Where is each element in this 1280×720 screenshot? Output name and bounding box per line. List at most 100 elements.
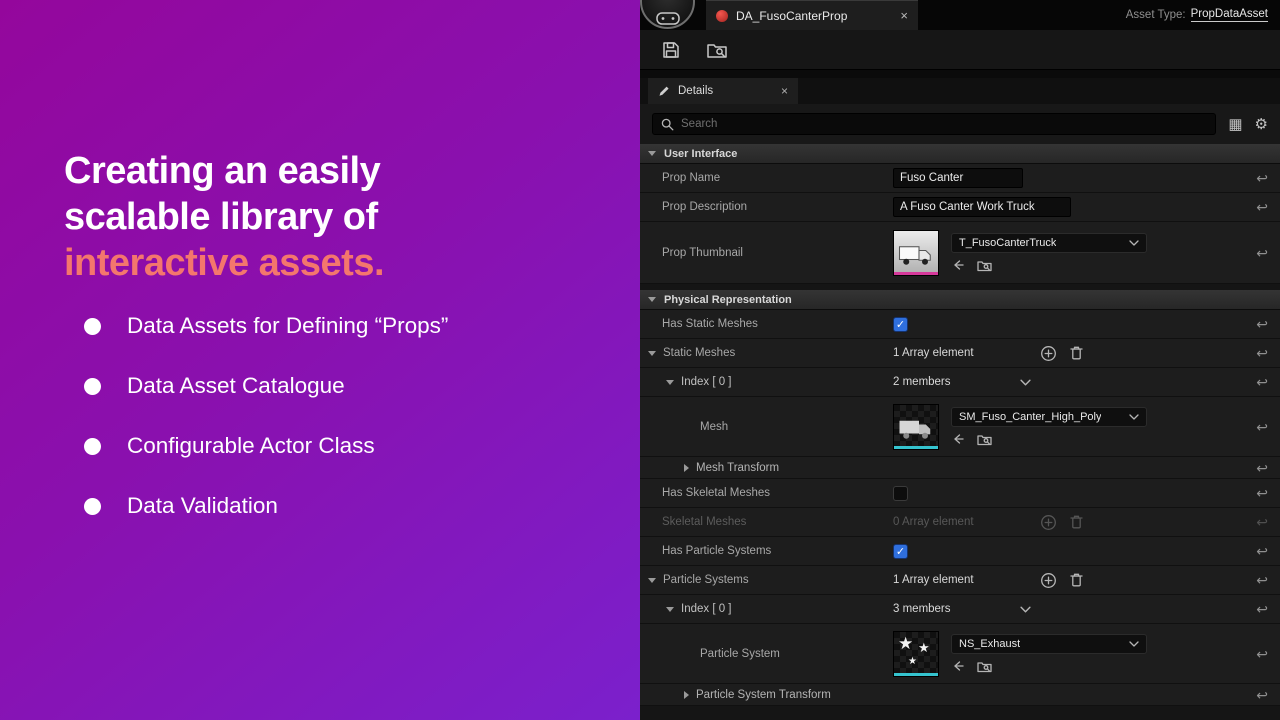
reset-to-default-icon[interactable]: ↩ xyxy=(1256,602,1268,616)
add-element-icon[interactable] xyxy=(1040,572,1057,589)
reset-to-default-icon[interactable]: ↩ xyxy=(1256,346,1268,360)
browse-to-asset-button[interactable] xyxy=(704,37,730,63)
row-prop-description: Prop Description ↩ xyxy=(640,193,1280,222)
search-input[interactable] xyxy=(681,118,1208,130)
prop-thumbnail-image[interactable] xyxy=(893,229,939,276)
row-particle-systems: Particle Systems 1 Array element ↩ xyxy=(640,566,1280,595)
bullet-text: Data Asset Catalogue xyxy=(127,373,345,398)
list-item: Data Validation xyxy=(84,493,448,518)
bullet-dot-icon xyxy=(84,437,101,455)
prop-description-input[interactable] xyxy=(893,197,1071,217)
row-mesh: Mesh SM_Fuso_Canter_High_Poly ↩ xyxy=(640,397,1280,457)
use-selected-asset-icon[interactable] xyxy=(951,432,965,446)
row-particle-systems-index-0: Index [ 0 ] 3 members ↩ xyxy=(640,595,1280,624)
row-static-meshes-index-0: Index [ 0 ] 2 members ↩ xyxy=(640,368,1280,397)
mesh-thumbnail-image[interactable] xyxy=(893,403,939,450)
property-label: Index [ 0 ] xyxy=(640,603,893,615)
close-icon[interactable]: × xyxy=(900,8,908,23)
property-label: Particle System Transform xyxy=(640,689,893,701)
settings-gear-icon[interactable]: ⚙ xyxy=(1255,117,1268,132)
reset-to-default-icon[interactable]: ↩ xyxy=(1256,486,1268,500)
tab-details[interactable]: Details × xyxy=(648,78,798,104)
array-size-text: 1 Array element xyxy=(893,574,974,586)
add-element-icon[interactable] xyxy=(1040,345,1057,362)
prop-name-input[interactable] xyxy=(893,168,1023,188)
slide-heading: Creating an easily scalable library of i… xyxy=(64,148,385,286)
close-icon[interactable]: × xyxy=(781,84,788,98)
browse-to-asset-icon[interactable] xyxy=(977,259,992,272)
expander-down-icon xyxy=(648,297,656,302)
expander-down-icon[interactable] xyxy=(666,606,674,612)
particle-star-icon: ★ xyxy=(908,655,917,667)
browse-to-asset-icon[interactable] xyxy=(977,433,992,446)
reset-to-default-icon[interactable]: ↩ xyxy=(1256,375,1268,389)
thumbnail-asset-combo[interactable]: T_FusoCanterTruck xyxy=(951,233,1147,253)
property-label: Mesh Transform xyxy=(640,462,893,474)
has-particle-systems-checkbox[interactable]: ✓ xyxy=(893,543,908,559)
clear-array-trash-icon[interactable] xyxy=(1069,572,1084,588)
expander-down-icon[interactable] xyxy=(648,577,656,583)
truck-mesh-icon xyxy=(899,420,931,439)
display-filter-icon[interactable]: ▦ xyxy=(1228,117,1242,132)
tab-da-fusocanterprop[interactable]: DA_FusoCanterProp × xyxy=(706,0,918,30)
slide-panel: Creating an easily scalable library of i… xyxy=(0,0,640,720)
chevron-down-icon xyxy=(1129,641,1139,647)
asset-tab-bar: DA_FusoCanterProp × Asset Type: PropData… xyxy=(640,0,1280,30)
use-selected-asset-icon[interactable] xyxy=(951,659,965,673)
browse-to-asset-icon[interactable] xyxy=(977,660,992,673)
clear-array-trash-icon[interactable] xyxy=(1069,345,1084,361)
bullet-text: Data Validation xyxy=(127,493,278,518)
row-particle-system: Particle System ★ ★ ★ NS_Exhaust ↩ xyxy=(640,624,1280,684)
reset-to-default-icon[interactable]: ↩ xyxy=(1256,317,1268,331)
heading-line-2: scalable library of xyxy=(64,196,378,238)
property-label: Has Particle Systems xyxy=(662,545,772,557)
check-icon: ✓ xyxy=(895,545,906,558)
heading-line-1: Creating an easily xyxy=(64,150,381,192)
save-button[interactable] xyxy=(658,37,684,63)
has-static-meshes-checkbox[interactable]: ✓ xyxy=(893,316,908,332)
panel-divider xyxy=(640,70,1280,78)
particle-type-underline xyxy=(894,672,938,676)
particle-system-thumbnail-image[interactable]: ★ ★ ★ xyxy=(893,630,939,677)
row-mesh-transform: Mesh Transform ↩ xyxy=(640,457,1280,479)
property-label: Index [ 0 ] xyxy=(640,376,893,388)
editor-toolbar xyxy=(640,30,1280,70)
element-options-chevron-icon[interactable] xyxy=(1020,379,1031,386)
search-box[interactable] xyxy=(652,113,1217,135)
mesh-type-underline xyxy=(894,445,938,449)
reset-to-default-icon: ↩ xyxy=(1256,514,1268,530)
reset-to-default-icon[interactable]: ↩ xyxy=(1256,461,1268,475)
element-options-chevron-icon[interactable] xyxy=(1020,606,1031,613)
row-particle-system-transform: Particle System Transform ↩ xyxy=(640,684,1280,706)
expander-right-icon[interactable] xyxy=(684,690,689,699)
expander-down-icon[interactable] xyxy=(666,379,674,385)
particle-system-asset-combo[interactable]: NS_Exhaust xyxy=(951,634,1147,654)
mesh-asset-combo[interactable]: SM_Fuso_Canter_High_Poly xyxy=(951,407,1147,427)
pencil-icon xyxy=(659,86,669,96)
asset-type-value[interactable]: PropDataAsset xyxy=(1190,8,1268,22)
bullet-dot-icon xyxy=(84,317,101,335)
reset-to-default-icon[interactable]: ↩ xyxy=(1256,573,1268,587)
list-item: Configurable Actor Class xyxy=(84,433,448,458)
use-selected-asset-icon[interactable] xyxy=(951,258,965,272)
chevron-down-icon xyxy=(1129,414,1139,420)
bullet-text: Data Assets for Defining “Props” xyxy=(127,313,449,338)
has-skeletal-meshes-checkbox[interactable] xyxy=(893,485,908,501)
check-icon: ✓ xyxy=(895,318,906,331)
bullet-list: Data Assets for Defining “Props” Data As… xyxy=(84,313,449,554)
expander-down-icon[interactable] xyxy=(648,350,656,356)
reset-to-default-icon[interactable]: ↩ xyxy=(1256,688,1268,702)
reset-to-default-icon[interactable]: ↩ xyxy=(1256,647,1268,661)
reset-to-default-icon[interactable]: ↩ xyxy=(1256,200,1268,214)
reset-to-default-icon[interactable]: ↩ xyxy=(1256,246,1268,260)
expander-right-icon[interactable] xyxy=(684,463,689,472)
reset-to-default-icon[interactable]: ↩ xyxy=(1256,171,1268,185)
reset-to-default-icon[interactable]: ↩ xyxy=(1256,544,1268,558)
row-prop-thumbnail: Prop Thumbnail T_FusoCanterTruck ↩ xyxy=(640,222,1280,284)
category-user-interface[interactable]: User Interface xyxy=(640,144,1280,164)
members-count-text: 3 members xyxy=(893,603,951,615)
combo-value: NS_Exhaust xyxy=(959,638,1021,650)
reset-to-default-icon[interactable]: ↩ xyxy=(1256,420,1268,434)
property-label: Prop Description xyxy=(662,201,748,213)
category-physical-representation[interactable]: Physical Representation xyxy=(640,290,1280,310)
